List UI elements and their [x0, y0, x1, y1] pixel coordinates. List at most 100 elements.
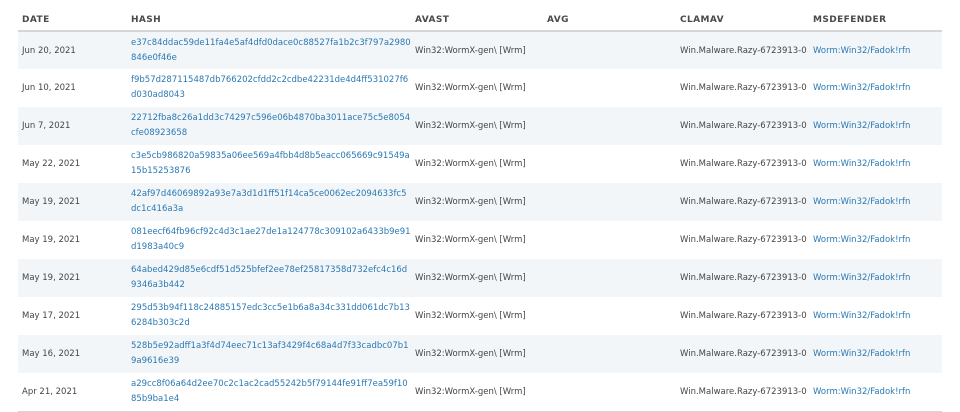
table-row: May 19, 2021 42af97d46069892a93e7a3d1d1f… — [18, 183, 942, 221]
msdefender-cell: Worm:Win32/Fadok!rfn — [809, 31, 942, 69]
hash-link[interactable]: 64abed429d85e6cdf51d525bfef2ee78ef258173… — [131, 263, 411, 293]
clamav-detection: Win.Malware.Razy-6723913-0 — [680, 235, 807, 245]
table-row: May 17, 2021 295d53b94f118c24885157edc3c… — [18, 297, 942, 335]
clamav-cell: Win.Malware.Razy-6723913-0 — [676, 297, 809, 335]
avast-detection: Win32:WormX-gen\ [Wrm] — [415, 273, 526, 283]
column-header-avast[interactable]: AVAST — [411, 10, 543, 32]
msdefender-cell: Worm:Win32/Fadok!rfn — [809, 297, 942, 335]
msdefender-detection-link[interactable]: Worm:Win32/Fadok!rfn — [813, 235, 942, 245]
msdefender-cell: Worm:Win32/Fadok!rfn — [809, 335, 942, 373]
column-header-date[interactable]: DATE — [18, 10, 127, 32]
msdefender-detection-link[interactable]: Worm:Win32/Fadok!rfn — [813, 121, 942, 131]
hash-cell: 42af97d46069892a93e7a3d1d1ff51f14ca5ce00… — [127, 183, 411, 221]
hash-cell: 22712fba8c26a1dd3c74297c596e06b4870ba301… — [127, 107, 411, 145]
clamav-cell: Win.Malware.Razy-6723913-0 — [676, 107, 809, 145]
date-value: May 19, 2021 — [22, 235, 81, 245]
msdefender-detection-link[interactable]: Worm:Win32/Fadok!rfn — [813, 159, 942, 169]
table-row: May 22, 2021 c3e5cb986820a59835a06ee569a… — [18, 145, 942, 183]
hash-cell: 528b5e92adff1a3f4d74eec71c13af3429f4c68a… — [127, 335, 411, 373]
hash-link[interactable]: e37c84ddac59de11fa4e5af4dfd0dace0c88527f… — [131, 36, 411, 66]
scan-results-panel: DATE HASH AVAST AVG CLAMAV MSDEFENDER Ju… — [18, 10, 942, 412]
column-header-avg[interactable]: AVG — [543, 10, 676, 32]
date-value: May 19, 2021 — [22, 273, 81, 283]
date-value: May 19, 2021 — [22, 197, 81, 207]
table-body: Jun 20, 2021 e37c84ddac59de11fa4e5af4dfd… — [18, 31, 942, 411]
date-cell: May 19, 2021 — [18, 259, 127, 297]
clamav-detection: Win.Malware.Razy-6723913-0 — [680, 273, 807, 283]
clamav-cell: Win.Malware.Razy-6723913-0 — [676, 335, 809, 373]
date-cell: Jun 20, 2021 — [18, 31, 127, 69]
msdefender-detection-link[interactable]: Worm:Win32/Fadok!rfn — [813, 273, 942, 283]
avast-detection: Win32:WormX-gen\ [Wrm] — [415, 121, 526, 131]
hash-link[interactable]: a29cc8f06a64d2ee70c2c1ac2cad55242b5f7914… — [131, 377, 411, 407]
msdefender-cell: Worm:Win32/Fadok!rfn — [809, 145, 942, 183]
date-value: Jun 7, 2021 — [22, 121, 71, 131]
avast-cell: Win32:WormX-gen\ [Wrm] — [411, 183, 543, 221]
table-header: DATE HASH AVAST AVG CLAMAV MSDEFENDER — [18, 10, 942, 32]
msdefender-cell: Worm:Win32/Fadok!rfn — [809, 259, 942, 297]
clamav-cell: Win.Malware.Razy-6723913-0 — [676, 145, 809, 183]
avg-cell — [543, 335, 676, 373]
clamav-detection: Win.Malware.Razy-6723913-0 — [680, 83, 807, 93]
date-value: May 16, 2021 — [22, 349, 81, 359]
msdefender-cell: Worm:Win32/Fadok!rfn — [809, 69, 942, 107]
date-value: Apr 21, 2021 — [22, 387, 78, 397]
column-header-clamav[interactable]: CLAMAV — [676, 10, 809, 32]
clamav-detection: Win.Malware.Razy-6723913-0 — [680, 159, 807, 169]
table-row: May 19, 2021 081eecf64fb96cf92c4d3c1ae27… — [18, 221, 942, 259]
msdefender-detection-link[interactable]: Worm:Win32/Fadok!rfn — [813, 46, 942, 56]
avast-cell: Win32:WormX-gen\ [Wrm] — [411, 297, 543, 335]
table-row: Jun 10, 2021 f9b57d287115487db766202cfdd… — [18, 69, 942, 107]
avast-detection: Win32:WormX-gen\ [Wrm] — [415, 83, 526, 93]
avast-detection: Win32:WormX-gen\ [Wrm] — [415, 235, 526, 245]
msdefender-cell: Worm:Win32/Fadok!rfn — [809, 107, 942, 145]
hash-link[interactable]: 22712fba8c26a1dd3c74297c596e06b4870ba301… — [131, 111, 411, 141]
scan-results-table: DATE HASH AVAST AVG CLAMAV MSDEFENDER Ju… — [18, 10, 942, 411]
hash-link[interactable]: c3e5cb986820a59835a06ee569a4fbb4d8b5eacc… — [131, 149, 411, 179]
avg-cell — [543, 259, 676, 297]
msdefender-cell: Worm:Win32/Fadok!rfn — [809, 373, 942, 411]
avast-detection: Win32:WormX-gen\ [Wrm] — [415, 159, 526, 169]
hash-link[interactable]: 081eecf64fb96cf92c4d3c1ae27de1a124778c30… — [131, 225, 411, 255]
clamav-cell: Win.Malware.Razy-6723913-0 — [676, 69, 809, 107]
clamav-detection: Win.Malware.Razy-6723913-0 — [680, 311, 807, 321]
hash-cell: e37c84ddac59de11fa4e5af4dfd0dace0c88527f… — [127, 31, 411, 69]
msdefender-detection-link[interactable]: Worm:Win32/Fadok!rfn — [813, 197, 942, 207]
date-value: May 22, 2021 — [22, 159, 81, 169]
date-cell: May 22, 2021 — [18, 145, 127, 183]
avast-cell: Win32:WormX-gen\ [Wrm] — [411, 107, 543, 145]
msdefender-detection-link[interactable]: Worm:Win32/Fadok!rfn — [813, 349, 942, 359]
avast-detection: Win32:WormX-gen\ [Wrm] — [415, 349, 526, 359]
hash-link[interactable]: 528b5e92adff1a3f4d74eec71c13af3429f4c68a… — [131, 339, 411, 369]
date-cell: May 16, 2021 — [18, 335, 127, 373]
msdefender-detection-link[interactable]: Worm:Win32/Fadok!rfn — [813, 387, 942, 397]
clamav-cell: Win.Malware.Razy-6723913-0 — [676, 221, 809, 259]
column-header-hash[interactable]: HASH — [127, 10, 411, 32]
hash-link[interactable]: f9b57d287115487db766202cfdd2c2cdbe42231d… — [131, 73, 411, 103]
date-cell: Jun 10, 2021 — [18, 69, 127, 107]
avast-detection: Win32:WormX-gen\ [Wrm] — [415, 311, 526, 321]
table-row: Jun 20, 2021 e37c84ddac59de11fa4e5af4dfd… — [18, 31, 942, 69]
avast-cell: Win32:WormX-gen\ [Wrm] — [411, 259, 543, 297]
avg-cell — [543, 297, 676, 335]
clamav-cell: Win.Malware.Razy-6723913-0 — [676, 183, 809, 221]
hash-cell: a29cc8f06a64d2ee70c2c1ac2cad55242b5f7914… — [127, 373, 411, 411]
clamav-detection: Win.Malware.Razy-6723913-0 — [680, 387, 807, 397]
msdefender-detection-link[interactable]: Worm:Win32/Fadok!rfn — [813, 311, 942, 321]
table-row: Jun 7, 2021 22712fba8c26a1dd3c74297c596e… — [18, 107, 942, 145]
msdefender-detection-link[interactable]: Worm:Win32/Fadok!rfn — [813, 83, 942, 93]
header-row: DATE HASH AVAST AVG CLAMAV MSDEFENDER — [18, 10, 942, 32]
date-cell: Apr 21, 2021 — [18, 373, 127, 411]
clamav-cell: Win.Malware.Razy-6723913-0 — [676, 259, 809, 297]
avast-detection: Win32:WormX-gen\ [Wrm] — [415, 45, 526, 56]
hash-link[interactable]: 42af97d46069892a93e7a3d1d1ff51f14ca5ce00… — [131, 187, 411, 217]
avast-cell: Win32:WormX-gen\ [Wrm] — [411, 145, 543, 183]
clamav-detection: Win.Malware.Razy-6723913-0 — [680, 197, 807, 207]
date-value: Jun 10, 2021 — [22, 83, 76, 93]
avg-cell — [543, 69, 676, 107]
hash-cell: c3e5cb986820a59835a06ee569a4fbb4d8b5eacc… — [127, 145, 411, 183]
hash-cell: f9b57d287115487db766202cfdd2c2cdbe42231d… — [127, 69, 411, 107]
avast-cell: Win32:WormX-gen\ [Wrm] — [411, 221, 543, 259]
column-header-msdefender[interactable]: MSDEFENDER — [809, 10, 942, 32]
hash-link[interactable]: 295d53b94f118c24885157edc3cc5e1b6a8a34c3… — [131, 301, 411, 331]
